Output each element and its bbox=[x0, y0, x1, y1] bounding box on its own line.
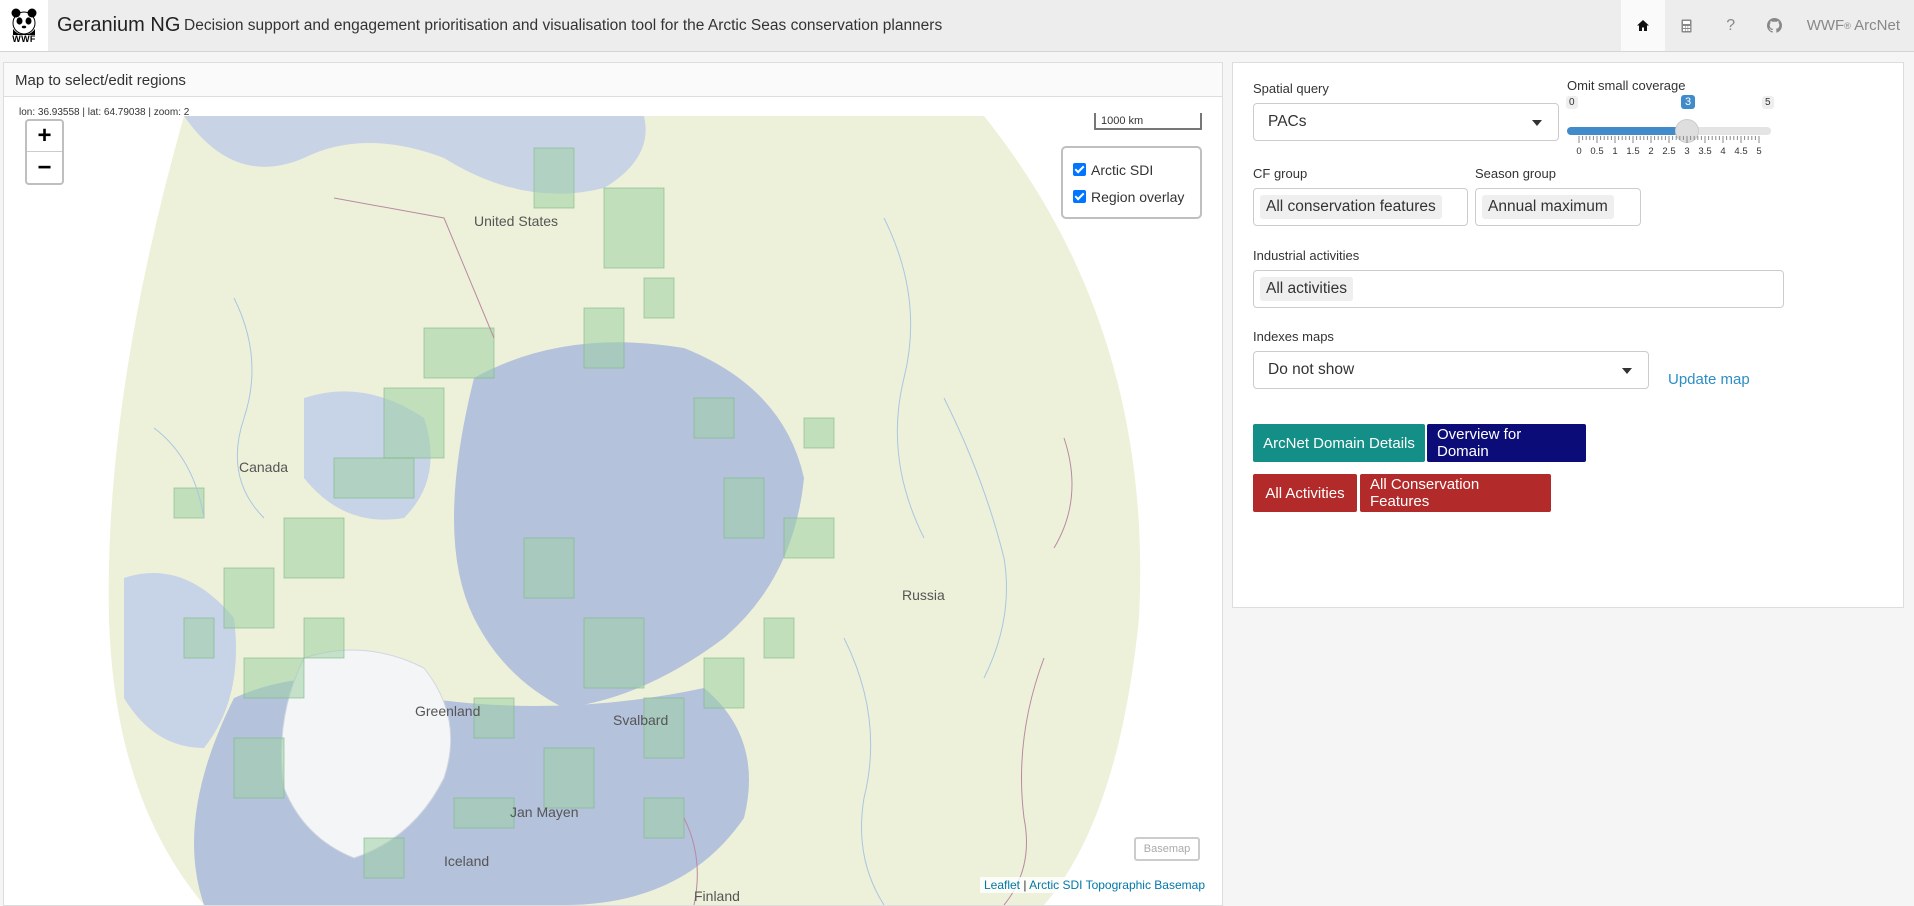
label-canada: Canada bbox=[239, 459, 289, 475]
slider-tick-label: 1.5 bbox=[1626, 146, 1640, 157]
checkbox-region-overlay[interactable] bbox=[1073, 190, 1086, 203]
zoom-out-button[interactable]: − bbox=[27, 152, 62, 183]
slider-tick-label: 3.5 bbox=[1698, 146, 1712, 157]
brand-suffix: ArcNet bbox=[1850, 17, 1900, 34]
brand-registered: ® bbox=[1844, 20, 1851, 31]
scale-bar: 1000 km bbox=[1094, 113, 1202, 130]
spatial-query-label: Spatial query bbox=[1253, 81, 1329, 96]
season-group-tag[interactable]: Annual maximum bbox=[1482, 195, 1614, 219]
basemap-button[interactable]: Basemap bbox=[1134, 837, 1200, 861]
checkbox-arctic-sdi[interactable] bbox=[1073, 163, 1086, 176]
omit-small-coverage-label: Omit small coverage bbox=[1567, 78, 1686, 93]
logo-text: WWF bbox=[12, 34, 36, 44]
layer-region-overlay[interactable]: Region overlay bbox=[1073, 183, 1190, 210]
slider-tick-label: 0 bbox=[1576, 146, 1582, 157]
map-tiles[interactable] bbox=[4, 98, 1222, 905]
slider-tick-label: 1 bbox=[1612, 146, 1618, 157]
github-icon bbox=[1767, 18, 1783, 33]
label-united-states: United States bbox=[474, 213, 559, 229]
omit-small-coverage-slider[interactable]: 0 5 3 0 0.5 1 1.5 2 2.5 3 3.5 4 4.5 5 bbox=[1566, 94, 1774, 164]
attribution-separator: | bbox=[1020, 878, 1030, 892]
wwf-logo[interactable]: WWF bbox=[0, 0, 48, 51]
label-russia: Russia bbox=[902, 587, 945, 603]
label-iceland: Iceland bbox=[444, 853, 490, 869]
slider-tick-label: 5 bbox=[1756, 146, 1762, 157]
map-panel: Map to select/edit regions United States… bbox=[3, 62, 1223, 906]
slider-max-label: 5 bbox=[1762, 96, 1774, 109]
nav-github[interactable] bbox=[1753, 0, 1797, 51]
zoom-control: + − bbox=[25, 119, 64, 185]
indexes-maps-label: Indexes maps bbox=[1253, 329, 1334, 344]
chevron-down-icon bbox=[1532, 120, 1542, 126]
map-attribution: Leaflet | Arctic SDI Topographic Basemap bbox=[979, 877, 1209, 893]
slider-min-label: 0 bbox=[1566, 96, 1578, 109]
nav-right: ? WWF ® ArcNet bbox=[1620, 0, 1914, 51]
spatial-query-select[interactable]: PACs bbox=[1253, 103, 1559, 141]
overview-for-domain-button[interactable]: Overview for Domain bbox=[1427, 424, 1586, 462]
calculator-icon bbox=[1681, 19, 1692, 32]
label-jan-mayen: Jan Mayen bbox=[510, 804, 579, 820]
coordinate-readout: lon: 36.93558 | lat: 64.79038 | zoom: 2 bbox=[19, 107, 190, 118]
slider-fill bbox=[1567, 127, 1687, 135]
leaflet-link[interactable]: Leaflet bbox=[984, 878, 1020, 892]
season-group-label: Season group bbox=[1475, 166, 1556, 181]
all-activities-button[interactable]: All Activities bbox=[1253, 474, 1357, 512]
update-map-link[interactable]: Update map bbox=[1668, 371, 1750, 388]
cf-group-tag[interactable]: All conservation features bbox=[1260, 195, 1442, 219]
nav-calculator[interactable] bbox=[1665, 0, 1709, 51]
cf-group-select[interactable]: All conservation features bbox=[1253, 188, 1468, 226]
nav-home[interactable] bbox=[1620, 0, 1665, 51]
label-svalbard: Svalbard bbox=[613, 712, 669, 728]
home-icon bbox=[1636, 20, 1649, 31]
nav-brand-arcnet[interactable]: WWF ® ArcNet bbox=[1797, 0, 1914, 51]
brand-prefix: WWF bbox=[1806, 17, 1845, 34]
map-panel-header: Map to select/edit regions bbox=[4, 63, 1222, 97]
label-finland: Finland bbox=[694, 888, 740, 904]
map-canvas[interactable]: United States Canada Russia Greenland Sv… bbox=[4, 98, 1222, 905]
layer-region-overlay-label: Region overlay bbox=[1091, 188, 1185, 205]
nav-help[interactable]: ? bbox=[1709, 0, 1753, 51]
spatial-query-value: PACs bbox=[1268, 113, 1307, 130]
layer-arctic-sdi-label: Arctic SDI bbox=[1091, 161, 1154, 178]
label-greenland: Greenland bbox=[415, 703, 481, 719]
slider-tick-label: 3 bbox=[1684, 146, 1690, 157]
panda-icon bbox=[11, 8, 37, 35]
indexes-maps-value: Do not show bbox=[1268, 361, 1355, 378]
basemap-attribution-link[interactable]: Arctic SDI Topographic Basemap bbox=[1029, 878, 1205, 892]
all-conservation-features-button[interactable]: All Conservation Features bbox=[1360, 474, 1551, 512]
top-navbar: WWF Geranium NG Decision support and eng… bbox=[0, 0, 1914, 52]
arcnet-domain-details-button[interactable]: ArcNet Domain Details bbox=[1253, 424, 1425, 462]
help-icon: ? bbox=[1726, 16, 1736, 34]
slider-value-label: 3 bbox=[1681, 95, 1696, 109]
layer-control: Arctic SDI Region overlay bbox=[1061, 146, 1202, 219]
slider-tick-label: 4 bbox=[1720, 146, 1726, 157]
chevron-down-icon bbox=[1622, 368, 1632, 374]
slider-tick-label: 2 bbox=[1648, 146, 1654, 157]
slider-ticks bbox=[1578, 136, 1760, 143]
indexes-maps-select[interactable]: Do not show bbox=[1253, 351, 1649, 389]
app-title[interactable]: Geranium NG bbox=[57, 14, 180, 37]
cf-group-label: CF group bbox=[1253, 166, 1308, 181]
industrial-activities-select[interactable]: All activities bbox=[1253, 270, 1784, 308]
industrial-activities-label: Industrial activities bbox=[1253, 248, 1360, 263]
slider-tick-label: 0.5 bbox=[1590, 146, 1604, 157]
slider-tick-label: 2.5 bbox=[1662, 146, 1676, 157]
layer-arctic-sdi[interactable]: Arctic SDI bbox=[1073, 156, 1190, 183]
zoom-in-button[interactable]: + bbox=[27, 121, 62, 152]
season-group-select[interactable]: Annual maximum bbox=[1475, 188, 1641, 226]
industrial-activities-tag[interactable]: All activities bbox=[1260, 277, 1353, 301]
slider-tick-label: 4.5 bbox=[1734, 146, 1748, 157]
app-subtitle: Decision support and engagement prioriti… bbox=[184, 17, 943, 34]
